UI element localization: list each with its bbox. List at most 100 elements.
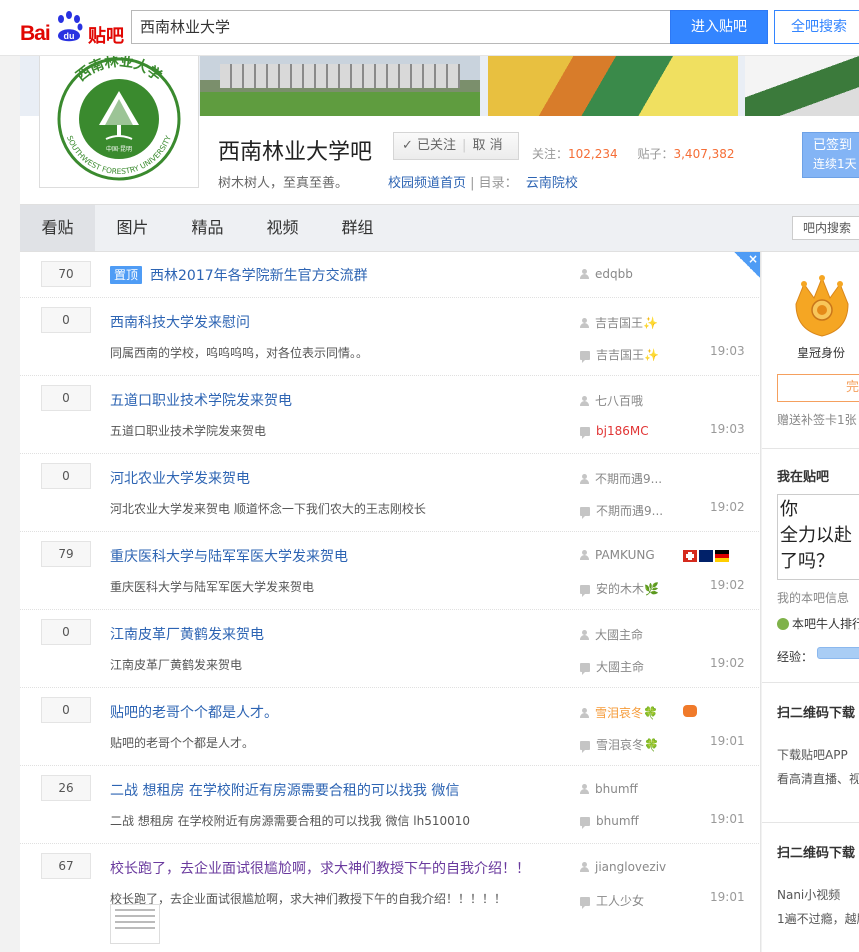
thread-list: × 70 置顶 西林2017年各学院新生官方交流群 edqbb 0 西南科技大学发… xyxy=(20,252,761,952)
in-forum-search-button[interactable]: 吧内搜索 xyxy=(792,216,859,240)
qr-download-title: 扫二维码下载 xyxy=(777,706,856,721)
thread-author[interactable]: 雪泪哀冬🍀 xyxy=(580,704,658,721)
tab-featured[interactable]: 精品 xyxy=(170,205,245,251)
reply-count: 70 xyxy=(41,261,91,287)
forum-tabs: 看贴 图片 精品 视频 群组 吧内搜索 xyxy=(20,204,859,252)
reply-count: 67 xyxy=(41,853,91,879)
nani-app-sub: 1遍不过瘾，越刷 xyxy=(777,912,859,926)
thread-author[interactable]: 七八百哦 xyxy=(580,392,643,409)
last-reply-author[interactable]: 雪泪哀冬🍀 xyxy=(580,736,659,753)
top-search-bar: Bai du 贴吧 西南林业大学 进入贴吧 全吧搜索 xyxy=(0,0,859,56)
check-icon: ✓ xyxy=(402,138,418,153)
thread-excerpt: 河北农业大学发来贺电 顺道怀念一下我们农大的王志刚校长 xyxy=(110,502,426,516)
unfollow-link[interactable]: 取 消 xyxy=(472,138,502,153)
user-icon xyxy=(580,550,589,560)
user-icon xyxy=(580,862,589,872)
forum-catalog: 校园频道首页 | 目录： 云南院校 xyxy=(388,172,578,191)
last-reply-time: 19:02 xyxy=(710,500,745,514)
thread-thumbnail[interactable] xyxy=(110,904,160,944)
last-reply-author[interactable]: 工人少女 xyxy=(580,892,644,909)
tab-images[interactable]: 图片 xyxy=(95,205,170,251)
last-reply-time: 19:02 xyxy=(710,656,745,670)
banner-campus-photo xyxy=(200,56,480,116)
crown-identity-label: 皇冠身份 xyxy=(797,346,846,360)
reply-count: 0 xyxy=(41,385,91,411)
banner-illustration-right xyxy=(745,56,859,116)
signin-button[interactable]: 已签到 连续1天 xyxy=(802,132,859,178)
last-reply-author[interactable]: 不期而遇9... xyxy=(580,502,663,519)
download-app-sub: 看高清直播、视 xyxy=(777,772,859,786)
reply-count: 0 xyxy=(41,463,91,489)
thread-row: 0 河北农业大学发来贺电 不期而遇9... 河北农业大学发来贺电 顺道怀念一下我… xyxy=(20,454,760,532)
thread-title-text[interactable]: 西林2017年各学院新生官方交流群 xyxy=(150,268,368,284)
reply-bubble-icon xyxy=(580,741,590,753)
thread-title[interactable]: 五道口职业技术学院发来贺电 xyxy=(110,390,292,410)
reply-count: 0 xyxy=(41,697,91,723)
thread-excerpt: 重庆医科大学与陆军军医大学发来贺电 xyxy=(110,580,315,594)
catalog-label: | 目录： xyxy=(470,176,518,191)
user-icon xyxy=(580,630,589,640)
user-icon xyxy=(580,784,589,794)
catalog-link[interactable]: 云南院校 xyxy=(526,176,578,191)
thread-author[interactable]: 不期而遇9... xyxy=(580,470,662,487)
search-input[interactable]: 西南林业大学 xyxy=(131,10,671,44)
banner-illustration xyxy=(488,56,738,116)
exp-progress-bar xyxy=(817,647,859,659)
thread-author[interactable]: 大國主命 xyxy=(580,626,643,643)
reply-bubble-icon xyxy=(580,663,590,675)
forum-logo[interactable]: 中国·昆明 西南林业大学 SOUTHWEST FORESTRY UNIVERSI… xyxy=(39,50,199,188)
last-reply-author[interactable]: bhumff xyxy=(580,814,639,829)
tab-posts[interactable]: 看贴 xyxy=(20,205,95,251)
thread-author[interactable]: PAMKUNG xyxy=(580,548,655,562)
my-in-forum-title: 我在贴吧 xyxy=(777,470,830,485)
thread-title[interactable]: 贴吧的老哥个个都是人才。 xyxy=(110,702,278,722)
reply-bubble-icon xyxy=(580,351,590,363)
user-signature-image: 你 全力以赴 了吗？ xyxy=(777,494,859,580)
last-reply-time: 19:03 xyxy=(710,422,745,436)
user-icon xyxy=(580,396,589,406)
last-reply-author[interactable]: 吉吉国王✨ xyxy=(580,346,659,363)
enter-forum-button[interactable]: 进入贴吧 xyxy=(670,10,768,44)
thread-title[interactable]: 校长跑了，去企业面试很尴尬啊，求大神们教授下午的自我介绍！！ xyxy=(110,858,530,878)
reply-count: 0 xyxy=(41,307,91,333)
thread-author[interactable]: bhumff xyxy=(580,782,638,796)
last-reply-author[interactable]: bj186MC xyxy=(580,424,649,439)
pinned-badge: 置顶 xyxy=(110,266,143,284)
thread-excerpt: 校长跑了，去企业面试很尴尬啊，求大神们教授下午的自我介绍！！！！！ xyxy=(110,892,507,906)
thread-title[interactable]: 置顶 西林2017年各学院新生官方交流群 xyxy=(110,265,368,285)
download-app-text[interactable]: 下载贴吧APP xyxy=(777,746,848,763)
thread-row: 0 贴吧的老哥个个都是人才。 雪泪哀冬🍀 贴吧的老哥个个都是人才。 雪泪哀冬🍀 … xyxy=(20,688,760,766)
thread-title[interactable]: 重庆医科大学与陆军军医大学发来贺电 xyxy=(110,546,348,566)
thread-author[interactable]: 吉吉国王✨ xyxy=(580,314,658,331)
thread-title[interactable]: 河北农业大学发来贺电 xyxy=(110,468,250,488)
thread-excerpt: 江南皮革厂黄鹤发来贺电 xyxy=(110,658,243,672)
thread-title[interactable]: 二战 想租房 在学校附近有房源需要合租的可以找我 微信 xyxy=(110,780,459,800)
post-count: 3,407,382 xyxy=(673,147,735,161)
thread-row: 26 二战 想租房 在学校附近有房源需要合租的可以找我 微信 bhumff 二战… xyxy=(20,766,760,844)
thread-author[interactable]: jiangloveziv xyxy=(580,860,666,874)
all-forum-search-button[interactable]: 全吧搜索 xyxy=(774,10,859,44)
thread-row: 70 置顶 西林2017年各学院新生官方交流群 edqbb xyxy=(20,252,760,298)
follow-toggle-button[interactable]: ✓ 已关注 | 取 消 xyxy=(393,132,519,160)
complete-button[interactable]: 完成 xyxy=(777,374,859,402)
rank-icon xyxy=(777,618,789,630)
thread-title[interactable]: 西南科技大学发来慰问 xyxy=(110,312,250,332)
bonus-text: 赠送补签卡1张 xyxy=(777,413,857,427)
last-reply-author[interactable]: 安的木木🌿 xyxy=(580,580,659,597)
last-reply-time: 19:01 xyxy=(710,812,745,826)
campus-channel-link[interactable]: 校园频道首页 xyxy=(388,176,466,191)
forum-rank-link[interactable]: 本吧牛人排行 xyxy=(777,615,859,632)
nani-app-title[interactable]: Nani小视频 xyxy=(777,886,840,903)
forum-slogan: 树木树人，至真至善。 xyxy=(218,176,349,191)
reply-bubble-icon xyxy=(580,897,590,909)
thread-author[interactable]: edqbb xyxy=(580,267,633,281)
last-reply-time: 19:01 xyxy=(710,890,745,904)
tab-videos[interactable]: 视频 xyxy=(245,205,320,251)
tab-groups[interactable]: 群组 xyxy=(320,205,395,251)
baidu-tieba-logo[interactable]: Bai du 贴吧 xyxy=(20,10,125,47)
thread-row: 0 江南皮革厂黄鹤发来贺电 大國主命 江南皮革厂黄鹤发来贺电 大國主命 19:0… xyxy=(20,610,760,688)
thread-title[interactable]: 江南皮革厂黄鹤发来贺电 xyxy=(110,624,264,644)
last-reply-time: 19:01 xyxy=(710,734,745,748)
my-forum-info-link[interactable]: 我的本吧信息 xyxy=(777,589,849,606)
last-reply-author[interactable]: 大國主命 xyxy=(580,658,644,675)
